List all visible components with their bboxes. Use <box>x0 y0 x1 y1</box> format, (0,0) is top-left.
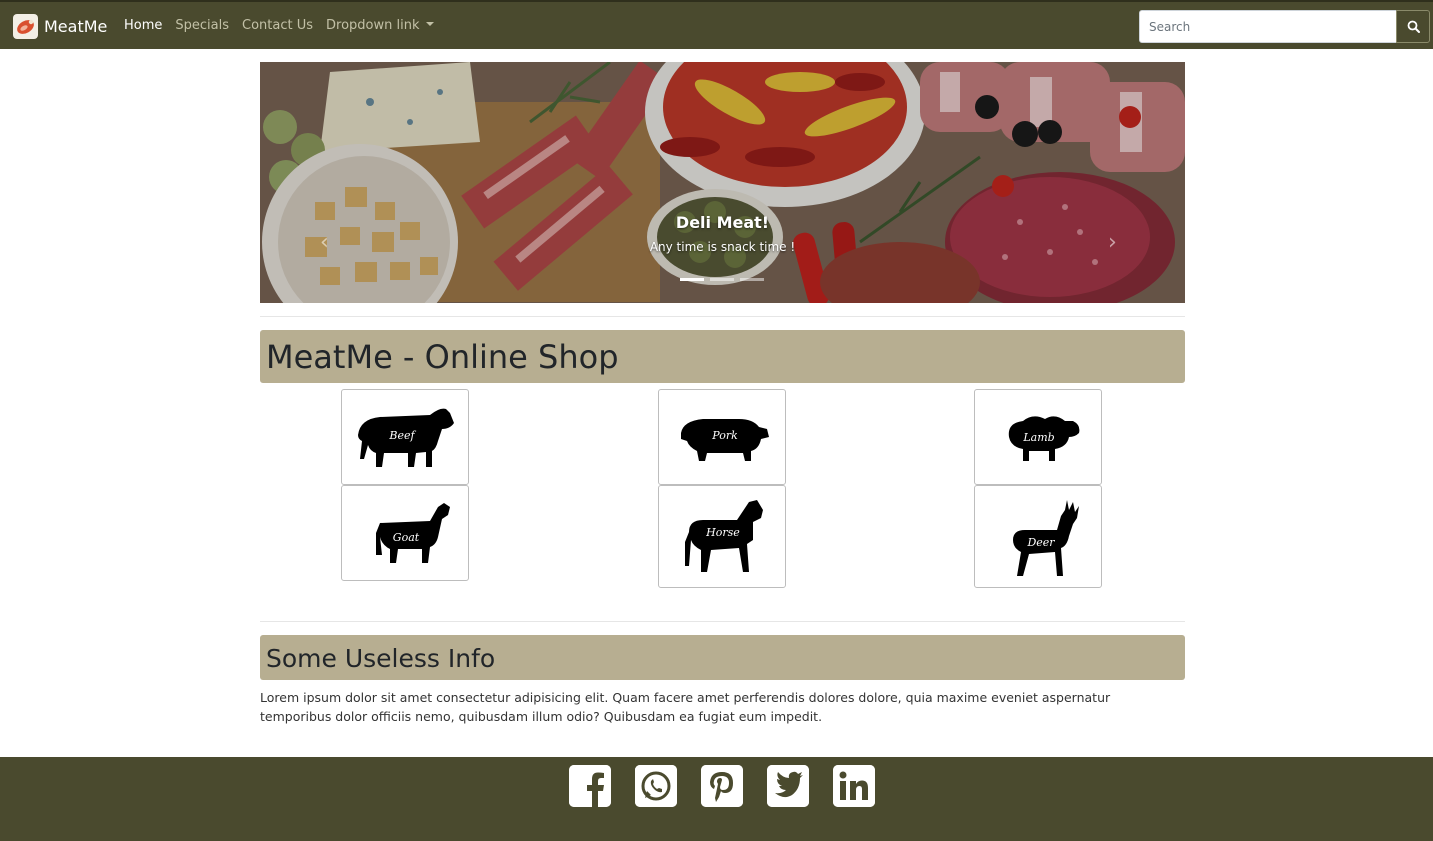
carousel-caption-text: Any time is snack time ! <box>649 240 796 254</box>
nav-dropdown-label: Dropdown link <box>326 18 420 33</box>
deli-meat-slide-image <box>260 62 1185 303</box>
category-tile-beef[interactable]: Beef <box>341 389 469 485</box>
twitter-link[interactable] <box>767 765 809 807</box>
search-icon <box>1407 20 1420 33</box>
category-tile-pork[interactable]: Pork <box>658 389 786 485</box>
shop-heading: MeatMe - Online Shop <box>260 330 1185 383</box>
facebook-link[interactable] <box>569 765 611 807</box>
category-tile-horse[interactable]: Horse <box>658 485 786 588</box>
brand-name: MeatMe <box>44 16 108 36</box>
sheep-icon: Lamb <box>1008 416 1080 461</box>
carousel-indicators <box>680 278 770 281</box>
hero-carousel: ‹ › Deli Meat! Any time is snack time ! <box>260 62 1185 303</box>
meat-logo-icon <box>13 13 38 39</box>
carousel-caption-title: Deli Meat! <box>675 213 770 232</box>
whatsapp-link[interactable] <box>635 765 677 807</box>
footer <box>0 757 1433 841</box>
deer-icon: Deer <box>1013 499 1079 576</box>
linkedin-icon <box>833 765 875 807</box>
category-label-lamb: Lamb <box>1022 431 1054 444</box>
search-input[interactable] <box>1139 10 1397 43</box>
caret-down-icon <box>425 22 434 26</box>
cow-icon: Beef <box>358 408 454 467</box>
carousel-indicator-1[interactable] <box>680 278 704 281</box>
pig-icon: Pork <box>681 419 769 461</box>
nav-dropdown-toggle[interactable]: Dropdown link <box>326 18 434 33</box>
pinterest-link[interactable] <box>701 765 743 807</box>
carousel-indicator-3[interactable] <box>740 278 764 281</box>
category-tile-deer[interactable]: Deer <box>974 485 1102 588</box>
search-button[interactable] <box>1396 10 1430 43</box>
category-label-pork: Pork <box>711 429 738 442</box>
nav-link-specials[interactable]: Specials <box>175 18 229 33</box>
facebook-icon <box>569 765 611 807</box>
info-paragraph: Lorem ipsum dolor sit amet consectetur a… <box>260 690 1111 724</box>
carousel-indicator-2[interactable] <box>710 278 734 281</box>
category-label-horse: Horse <box>705 526 740 539</box>
category-label-beef: Beef <box>388 429 416 442</box>
divider <box>260 621 1185 622</box>
nav-link-contact-us[interactable]: Contact Us <box>242 18 313 33</box>
divider <box>260 316 1185 317</box>
pinterest-icon <box>701 765 743 807</box>
whatsapp-icon <box>635 765 677 807</box>
linkedin-link[interactable] <box>833 765 875 807</box>
horse-icon: Horse <box>685 499 763 572</box>
category-label-deer: Deer <box>1026 536 1055 549</box>
nav-link-home[interactable]: Home <box>124 18 162 33</box>
brand-link[interactable]: MeatMe <box>13 13 107 39</box>
goat-icon: Goat <box>376 503 450 563</box>
nav-links: Home Specials Contact Us Dropdown link <box>124 18 447 33</box>
category-label-goat: Goat <box>393 531 420 544</box>
category-tile-lamb[interactable]: Lamb <box>974 389 1102 485</box>
category-tile-goat[interactable]: Goat <box>341 485 469 581</box>
info-heading: Some Useless Info <box>260 635 1185 680</box>
top-navbar: MeatMe Home Specials Contact Us Dropdown… <box>0 0 1433 49</box>
twitter-icon <box>767 765 809 807</box>
